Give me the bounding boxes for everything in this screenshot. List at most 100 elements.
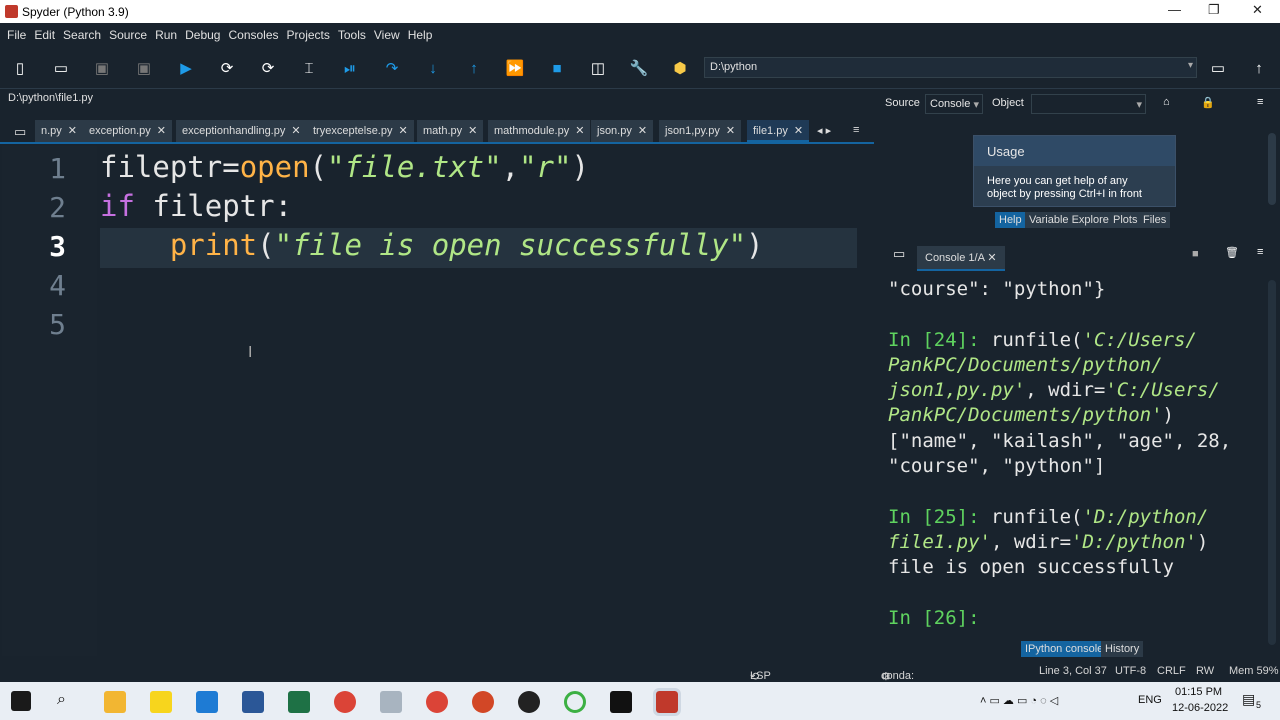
close-button[interactable]: ✕ bbox=[1252, 2, 1263, 18]
close-tab-icon[interactable]: ✕ bbox=[726, 125, 735, 137]
run-selection-icon[interactable]: ⌶ bbox=[299, 58, 319, 78]
menu-view[interactable]: View bbox=[374, 28, 400, 42]
clock-time[interactable]: 01:15 PM bbox=[1175, 686, 1222, 698]
tab-plots[interactable]: Plots bbox=[1109, 212, 1142, 228]
sticky-notes-icon[interactable] bbox=[150, 691, 172, 713]
menu-file[interactable]: File bbox=[7, 28, 26, 42]
new-file-icon[interactable]: ▯ bbox=[10, 58, 30, 78]
tab-math[interactable]: math.py ✕ bbox=[417, 120, 484, 142]
system-tray-icons[interactable]: ˄ ▭ ☁ ▭ ◔ ◌ ◁ bbox=[980, 694, 1058, 707]
file-explorer-icon[interactable] bbox=[104, 691, 126, 713]
tab-n[interactable]: n.py ✕ bbox=[35, 120, 84, 142]
tab-history[interactable]: History bbox=[1101, 641, 1144, 657]
cursor-position: Line 3, Col 37 bbox=[1039, 665, 1107, 677]
console-input-line[interactable]: In [26]: bbox=[888, 607, 991, 629]
object-search-input[interactable]: ▾ bbox=[1031, 94, 1146, 114]
stop-kernel-icon[interactable]: ■ bbox=[1192, 248, 1199, 260]
tab-console[interactable]: Console 1/A ✕ bbox=[917, 246, 1005, 271]
terminal-icon[interactable] bbox=[610, 691, 632, 713]
word-icon[interactable] bbox=[242, 691, 264, 713]
browse-tabs-icon[interactable]: ▭ bbox=[8, 120, 32, 142]
step-into-icon[interactable]: ↓ bbox=[423, 58, 443, 78]
powerpoint-icon[interactable] bbox=[472, 691, 494, 713]
browse-folder-icon[interactable]: ▭ bbox=[1208, 58, 1228, 78]
menu-run[interactable]: Run bbox=[155, 28, 177, 42]
close-tab-icon[interactable]: ✕ bbox=[794, 125, 803, 137]
close-tab-icon[interactable]: ✕ bbox=[291, 125, 300, 137]
tab-json[interactable]: json.py ✕ bbox=[591, 120, 654, 142]
menu-source[interactable]: Source bbox=[109, 28, 147, 42]
menu-projects[interactable]: Projects bbox=[287, 28, 330, 42]
tab-exceptionhandling[interactable]: exceptionhandling.py ✕ bbox=[176, 120, 307, 142]
tab-file1[interactable]: file1.py ✕ bbox=[747, 120, 810, 142]
spyder-taskbar-icon[interactable] bbox=[653, 688, 681, 716]
step-over-icon[interactable]: ↷ bbox=[382, 58, 402, 78]
run-icon[interactable]: ▶ bbox=[176, 58, 196, 78]
menu-tools[interactable]: Tools bbox=[338, 28, 366, 42]
tab-files[interactable]: Files bbox=[1139, 212, 1171, 228]
console-text: ["name", "kailash", "age", 28, bbox=[888, 430, 1232, 452]
minimize-button[interactable]: — bbox=[1168, 2, 1181, 17]
chrome-profile-icon[interactable] bbox=[426, 691, 448, 713]
continue-icon[interactable]: ⏩ bbox=[505, 58, 525, 78]
tab-ipython-console[interactable]: IPython console bbox=[1021, 641, 1108, 657]
green-app-icon[interactable] bbox=[564, 691, 586, 713]
preferences-wrench-icon[interactable]: 🔧 bbox=[629, 58, 649, 78]
save-all-icon[interactable]: ▣ bbox=[134, 58, 154, 78]
debug-icon[interactable]: ⏯ bbox=[340, 58, 360, 78]
clear-console-icon[interactable]: 🗑 bbox=[1225, 246, 1239, 259]
browse-consoles-icon[interactable]: ▭ bbox=[893, 246, 905, 262]
tab-options-menu-icon[interactable]: ≡ bbox=[847, 120, 865, 142]
source-select[interactable]: Console ▾ bbox=[925, 94, 983, 114]
menu-consoles[interactable]: Consoles bbox=[228, 28, 278, 42]
run-cell-icon[interactable]: ⟳ bbox=[217, 58, 237, 78]
help-scrollbar[interactable] bbox=[1268, 133, 1276, 205]
console-scrollbar[interactable] bbox=[1268, 280, 1276, 645]
run-cell-advance-icon[interactable]: ⟳ bbox=[258, 58, 278, 78]
step-return-icon[interactable]: ↑ bbox=[464, 58, 484, 78]
clock-date[interactable]: 12-06-2022 bbox=[1172, 702, 1228, 714]
chrome-icon[interactable] bbox=[334, 691, 356, 713]
tab-exception[interactable]: exception.py ✕ bbox=[83, 120, 172, 142]
tab-help[interactable]: Help bbox=[995, 212, 1026, 228]
tab-mathmodule[interactable]: mathmodule.py ✕ bbox=[488, 120, 591, 142]
pane-menu-icon[interactable]: ≡ bbox=[1257, 96, 1263, 108]
vscode-icon[interactable] bbox=[196, 691, 218, 713]
close-tab-icon[interactable]: ✕ bbox=[987, 252, 996, 264]
close-tab-icon[interactable]: ✕ bbox=[68, 125, 77, 137]
scroll-tabs-arrows-icon[interactable]: ◂ ▸ bbox=[811, 120, 837, 142]
home-icon[interactable]: ⌂ bbox=[1163, 96, 1170, 108]
stop-debug-icon[interactable]: ■ bbox=[547, 58, 567, 78]
menu-debug[interactable]: Debug bbox=[185, 28, 220, 42]
chevron-down-icon[interactable]: ▾ bbox=[1188, 60, 1193, 71]
excel-icon[interactable] bbox=[288, 691, 310, 713]
close-tab-icon[interactable]: ✕ bbox=[575, 125, 584, 137]
ipython-console[interactable]: ▭ Console 1/A ✕ ■ 🗑 ≡ "course": "python"… bbox=[881, 240, 1280, 660]
notification-icon[interactable]: ▤ bbox=[1242, 691, 1255, 708]
lock-icon[interactable]: 🔒 bbox=[1201, 96, 1215, 109]
maximize-button[interactable]: ❐ bbox=[1208, 2, 1220, 18]
close-tab-icon[interactable]: ✕ bbox=[638, 125, 647, 137]
input-language[interactable]: ENG bbox=[1138, 694, 1162, 706]
menu-help[interactable]: Help bbox=[408, 28, 433, 42]
tab-variable-explorer[interactable]: Variable Explorer bbox=[1025, 212, 1117, 228]
search-icon[interactable]: ⌕ bbox=[57, 691, 79, 713]
maximize-pane-icon[interactable]: ◫ bbox=[588, 58, 608, 78]
tab-tryexceptelse[interactable]: tryexceptelse.py ✕ bbox=[307, 120, 414, 142]
close-tab-icon[interactable]: ✕ bbox=[398, 125, 407, 137]
paint-icon[interactable] bbox=[380, 691, 402, 713]
tab-json1py[interactable]: json1,py.py ✕ bbox=[659, 120, 742, 142]
menu-search[interactable]: Search bbox=[63, 28, 101, 42]
open-file-icon[interactable]: ▭ bbox=[51, 58, 71, 78]
save-icon[interactable]: ▣ bbox=[92, 58, 112, 78]
parent-directory-icon[interactable]: ↑ bbox=[1249, 58, 1269, 78]
windows-start-icon[interactable] bbox=[11, 691, 31, 711]
obs-icon[interactable] bbox=[518, 691, 540, 713]
pane-menu-icon[interactable]: ≡ bbox=[1257, 246, 1263, 258]
code-editor[interactable]: 1 2 3 4 5 fileptr=open("file.txt","r") i… bbox=[2, 146, 873, 656]
close-tab-icon[interactable]: ✕ bbox=[468, 125, 477, 137]
python-path-icon[interactable]: ⬢ bbox=[670, 58, 690, 78]
working-directory-field[interactable]: D:\python ▾ bbox=[704, 57, 1197, 78]
close-tab-icon[interactable]: ✕ bbox=[157, 125, 166, 137]
menu-edit[interactable]: Edit bbox=[34, 28, 55, 42]
